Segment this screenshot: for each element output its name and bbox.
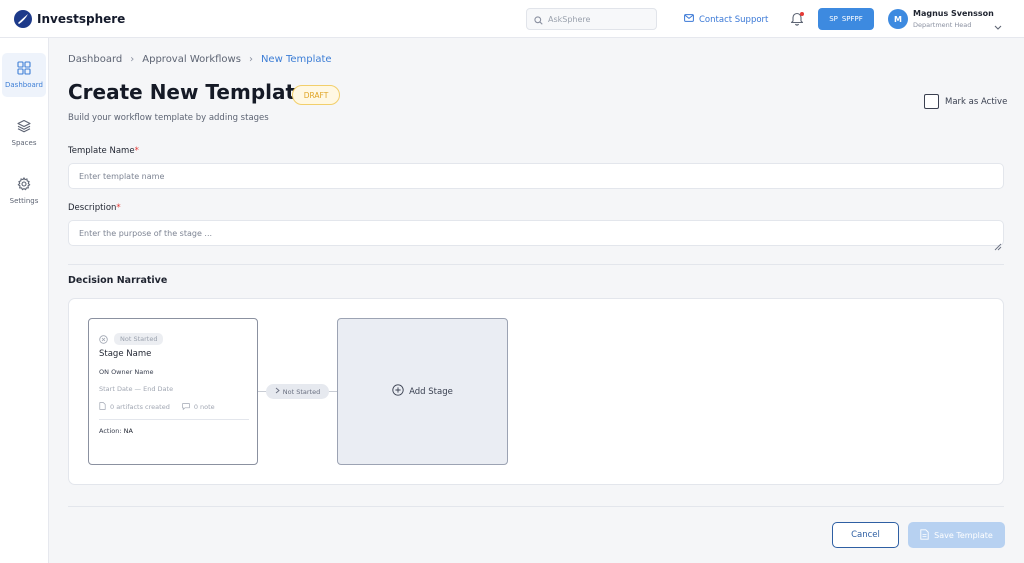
required-mark: * [116, 203, 121, 213]
section-divider [68, 264, 1004, 265]
breadcrumb-current: New Template [260, 54, 332, 65]
avatar[interactable]: M [888, 9, 908, 29]
required-mark: * [134, 146, 139, 156]
description-label: Description* [68, 203, 121, 213]
stage-action: Action: NA [99, 427, 133, 435]
resize-handle-icon[interactable] [994, 236, 1002, 255]
breadcrumb-dashboard[interactable]: Dashboard [68, 54, 122, 65]
connector-status-label: Not Started [282, 387, 321, 396]
search-input[interactable] [548, 14, 648, 24]
user-name[interactable]: Magnus Svensson [913, 9, 994, 18]
page-title: Create New Template [68, 80, 309, 104]
chevron-right-icon: › [248, 54, 253, 65]
save-template-label: Save Template [934, 530, 993, 540]
action-label: Action: [99, 427, 122, 435]
logo-icon [14, 10, 32, 28]
add-stage-button[interactable]: Add Stage [337, 318, 508, 465]
search-icon [534, 10, 543, 29]
stage-name: Stage Name [99, 349, 152, 359]
description-label-text: Description [68, 203, 117, 213]
grid-icon [17, 61, 31, 77]
stage-status-pill: Not Started [114, 332, 164, 345]
stage-dates: Start Date — End Date [99, 385, 174, 393]
stage-card[interactable]: Not Started Stage Name ON Owner Name Sta… [88, 318, 258, 465]
decision-narrative-title: Decision Narrative [68, 275, 168, 286]
mark-as-active-label: Mark as Active [945, 96, 1008, 107]
owner-initials: ON [99, 368, 109, 376]
contact-support-label: Contact Support [699, 14, 769, 25]
sidebar-item-settings[interactable]: Settings [2, 169, 46, 213]
sidebar: Dashboard Spaces Settings [0, 38, 49, 563]
stage-meta: 0 artifacts created 0 note [99, 402, 215, 412]
owner-name: Owner Name [111, 368, 154, 376]
chevron-right-icon [275, 387, 280, 396]
description-textarea[interactable] [68, 220, 1004, 246]
template-name-label: Template Name* [68, 146, 139, 156]
search-box[interactable] [526, 8, 657, 30]
top-bar: Investsphere Contact Support SP SPFPF M … [0, 0, 1024, 38]
mail-icon [684, 14, 694, 25]
status-badge: DRAFT [292, 85, 340, 105]
sidebar-item-label: Dashboard [5, 81, 43, 89]
app-name: Investsphere [37, 12, 126, 26]
card-divider [99, 419, 249, 420]
notes-count: 0 note [193, 403, 215, 411]
status-circle-x-icon [99, 329, 108, 348]
mark-as-active-checkbox[interactable] [924, 94, 939, 109]
stage-owner: ON Owner Name [99, 368, 154, 376]
template-name-label-text: Template Name [68, 146, 135, 156]
space-label: SPFPF [841, 15, 863, 23]
stage-status-row: Not Started [99, 329, 164, 348]
page-subtitle: Build your workflow template by adding s… [68, 113, 269, 123]
notification-dot [800, 12, 804, 16]
space-initials: SP [829, 15, 838, 23]
artifacts-count: 0 artifacts created [110, 403, 170, 411]
layers-icon [17, 119, 31, 135]
mark-as-active-toggle[interactable]: Mark as Active [924, 94, 1007, 109]
sidebar-item-label: Spaces [11, 139, 37, 147]
sidebar-item-label: Settings [9, 197, 39, 205]
plus-circle-icon [392, 384, 404, 399]
footer-divider [68, 506, 1004, 507]
add-stage-label: Add Stage [409, 386, 453, 397]
app-logo[interactable]: Investsphere [14, 10, 125, 28]
save-document-icon [920, 528, 929, 542]
save-template-button[interactable]: Save Template [908, 522, 1005, 548]
comment-icon [182, 402, 190, 412]
chevron-right-icon: › [130, 54, 135, 65]
space-switcher-button[interactable]: SP SPFPF [818, 8, 874, 30]
sidebar-item-dashboard[interactable]: Dashboard [2, 53, 46, 97]
gear-icon [17, 176, 31, 193]
document-icon [99, 402, 106, 412]
breadcrumb-approval-workflows[interactable]: Approval Workflows [142, 54, 241, 65]
breadcrumb: Dashboard › Approval Workflows › New Tem… [68, 54, 332, 65]
sidebar-item-spaces[interactable]: Spaces [2, 111, 46, 155]
connector-status-pill: Not Started [266, 384, 329, 399]
cancel-button[interactable]: Cancel [832, 522, 899, 548]
contact-support-link[interactable]: Contact Support [684, 14, 768, 25]
action-value: NA [123, 427, 133, 435]
user-role: Department Head [913, 21, 972, 29]
notifications-button[interactable] [790, 11, 806, 27]
template-name-input[interactable] [68, 163, 1004, 189]
chevron-down-icon[interactable] [994, 15, 1002, 34]
